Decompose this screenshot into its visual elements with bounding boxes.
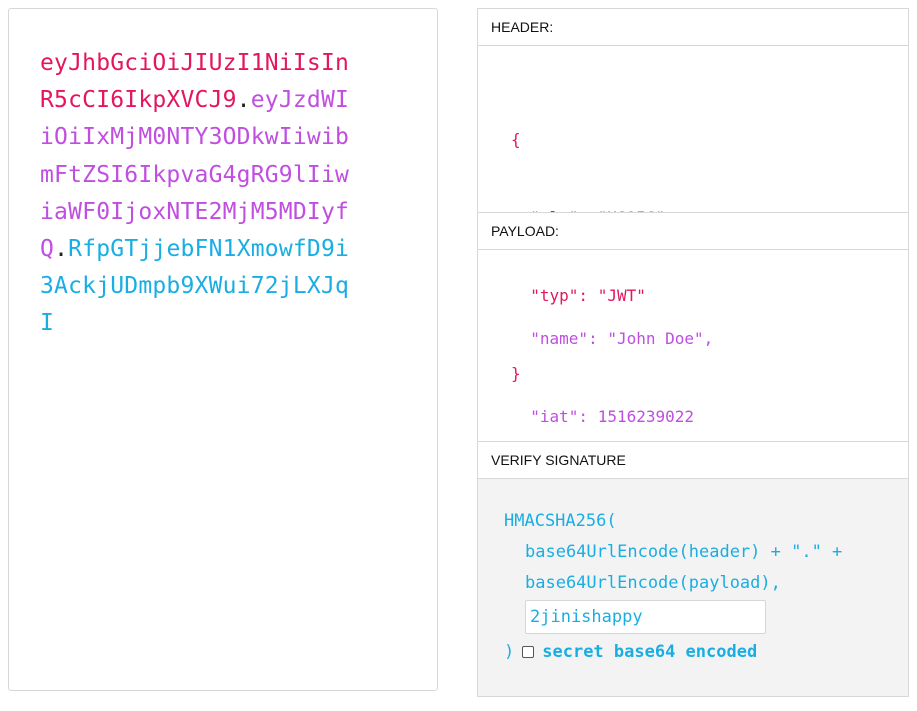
- base64-encoded-checkbox[interactable]: [522, 646, 535, 658]
- token-separator-dot: .: [236, 87, 251, 114]
- token-separator-dot: .: [54, 236, 69, 263]
- decoded-panel: HEADER: { "alg": "HS256", "typ": "JWT" }…: [477, 8, 909, 697]
- verify-signature-body: HMACSHA256( base64UrlEncode(header) + ".…: [478, 479, 908, 696]
- token-signature-part: RfpGTjjebFN1XmowfD9i3AckjUDmpb9XWui72jLX…: [40, 236, 350, 337]
- payload-section-title: PAYLOAD:: [478, 213, 908, 250]
- json-line: "name": "John Doe",: [511, 329, 714, 348]
- hmac-header-line: base64UrlEncode(header) + "." +: [525, 542, 843, 562]
- encoded-token-text[interactable]: eyJhbGciOiJIUzI1NiIsInR5cCI6IkpXVCJ9.eyJ…: [40, 45, 350, 343]
- secret-input[interactable]: [525, 600, 766, 634]
- hmac-function-close: ): [504, 642, 515, 662]
- json-line: "iat": 1516239022: [511, 407, 695, 426]
- base64-encoded-label[interactable]: secret base64 encoded: [542, 642, 757, 662]
- header-section-title: HEADER:: [478, 9, 908, 46]
- secret-options-row: ) secret base64 encoded: [504, 640, 757, 664]
- hmac-payload-line: base64UrlEncode(payload),: [525, 573, 781, 593]
- verify-section-title: VERIFY SIGNATURE: [478, 442, 908, 479]
- encoded-token-panel[interactable]: eyJhbGciOiJIUzI1NiIsInR5cCI6IkpXVCJ9.eyJ…: [8, 8, 438, 691]
- hmac-function-open: HMACSHA256(: [504, 511, 617, 531]
- json-line: {: [511, 130, 521, 149]
